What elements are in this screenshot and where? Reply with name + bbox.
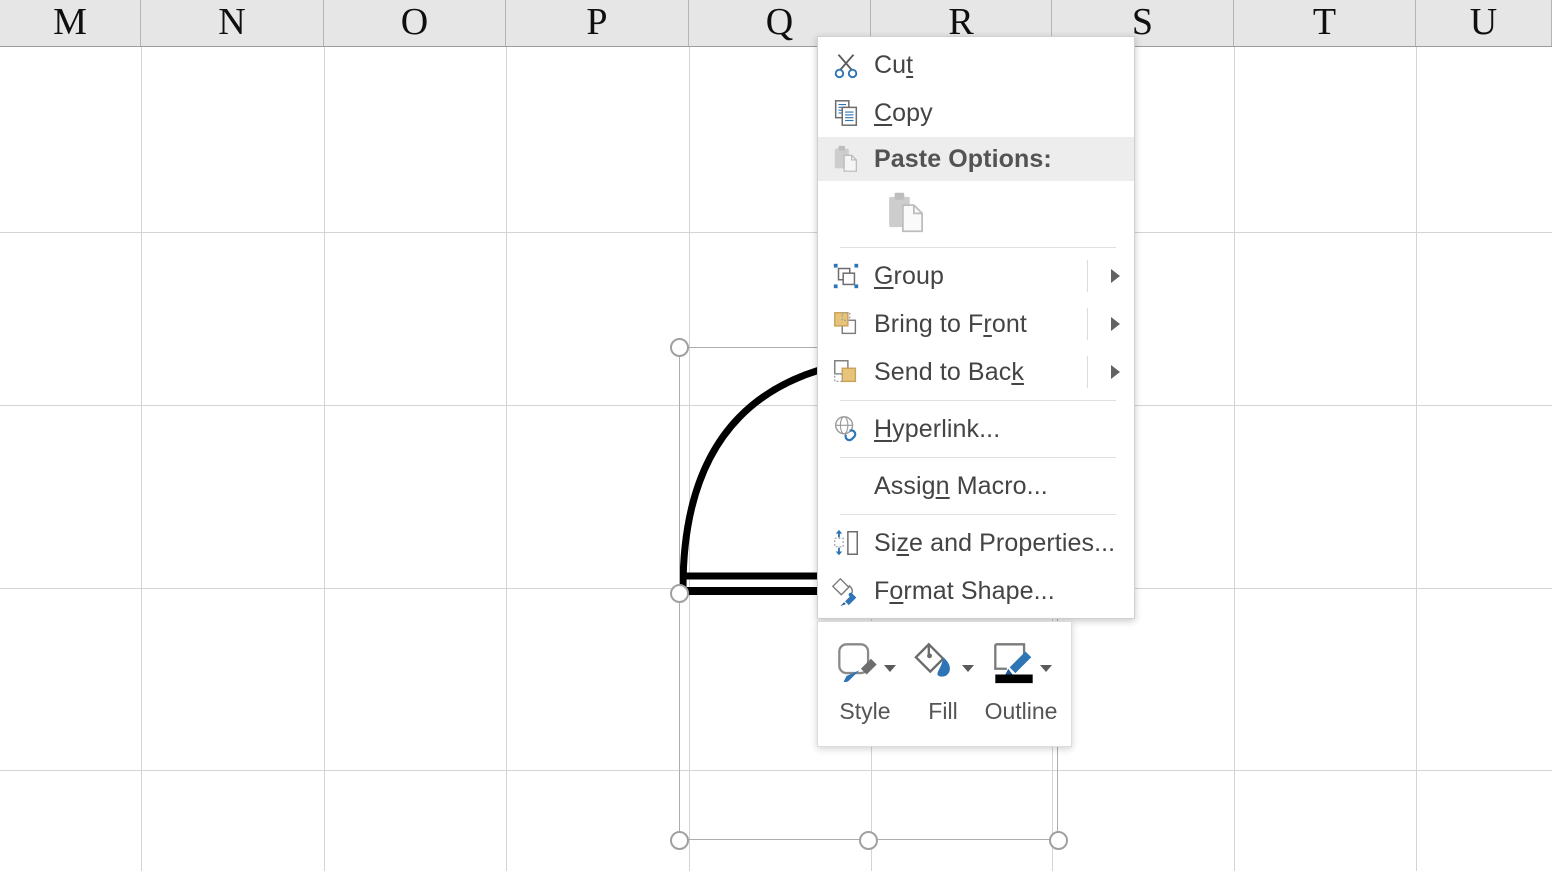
mini-toolbar-style-label: Style — [839, 698, 891, 724]
send-to-back-icon — [818, 348, 874, 396]
chevron-right-icon — [1111, 317, 1120, 331]
mini-toolbar-fill-button[interactable]: Fill — [904, 636, 982, 725]
mini-toolbar-fill-label: Fill — [928, 698, 958, 724]
paste-keep-source-formatting-button[interactable] — [880, 185, 934, 239]
submenu-divider — [1087, 260, 1088, 292]
handle-bottom-right[interactable] — [1049, 831, 1068, 850]
mini-toolbar-outline-button[interactable]: Outline — [982, 636, 1060, 725]
grid-horizontal-line — [0, 232, 1552, 233]
menu-item-assign-macro[interactable]: Assign Macro... — [818, 462, 1134, 510]
hyperlink-globe-icon — [818, 405, 874, 453]
menu-item-label: Paste Options: — [874, 144, 1052, 173]
grid-vertical-line — [324, 47, 325, 871]
handle-top-left[interactable] — [670, 338, 689, 357]
shape-style-brush-icon — [835, 640, 881, 691]
paste-options-choices — [818, 181, 1134, 243]
grid-vertical-line — [506, 47, 507, 871]
submenu-divider — [1087, 356, 1088, 388]
copy-pages-icon — [818, 89, 874, 137]
menu-item-bring-to-front[interactable]: Bring to Front — [818, 300, 1134, 348]
shape-context-menu[interactable]: Cut Copy Paste Options: Group Bring to Front… — [817, 36, 1135, 619]
menu-item-cut[interactable]: Cut — [818, 41, 1134, 89]
handle-bottom-left[interactable] — [670, 831, 689, 850]
menu-item-group[interactable]: Group — [818, 252, 1134, 300]
mini-toolbar-style-button[interactable]: Style — [826, 636, 904, 725]
menu-item-label: Size and Properties... — [874, 528, 1116, 557]
menu-item-label: Group — [874, 261, 944, 290]
chevron-down-icon[interactable] — [961, 664, 974, 672]
menu-item-label: Assign Macro... — [874, 471, 1048, 500]
column-header-u[interactable]: U — [1416, 0, 1552, 46]
menu-separator — [840, 247, 1116, 248]
column-header-bar: MNOPQRSTU — [0, 0, 1552, 47]
menu-item-label: Cut — [874, 50, 914, 79]
bring-to-front-icon — [818, 300, 874, 348]
none — [818, 462, 874, 510]
column-header-p[interactable]: P — [506, 0, 689, 46]
menu-item-send-to-back[interactable]: Send to Back — [818, 348, 1134, 396]
group-icon — [818, 252, 874, 300]
shape-outline-pencil-icon — [991, 640, 1037, 691]
excel-worksheet-canvas: MNOPQRSTU Cut Copy Paste Options: Group Brin… — [0, 0, 1552, 871]
menu-item-label: Copy — [874, 98, 933, 127]
menu-item-label: Bring to Front — [874, 309, 1027, 338]
size-properties-icon — [818, 519, 874, 567]
scissors-icon — [818, 41, 874, 89]
mini-toolbar-outline-label: Outline — [984, 698, 1058, 724]
menu-item-copy[interactable]: Copy — [818, 89, 1134, 137]
shape-mini-toolbar[interactable]: Style Fill Outline — [817, 621, 1072, 747]
menu-item-label: Format Shape... — [874, 576, 1055, 605]
grid-vertical-line — [141, 47, 142, 871]
menu-item-label: Send to Back — [874, 357, 1024, 386]
chevron-right-icon — [1111, 269, 1120, 283]
column-header-n[interactable]: N — [141, 0, 324, 46]
chevron-right-icon — [1111, 365, 1120, 379]
menu-item-format-shape[interactable]: Format Shape... — [818, 567, 1134, 615]
chevron-down-icon[interactable] — [1039, 664, 1052, 672]
menu-separator — [840, 457, 1116, 458]
menu-item-hyperlink[interactable]: Hyperlink... — [818, 405, 1134, 453]
menu-separator — [840, 400, 1116, 401]
clipboard-icon — [818, 137, 874, 181]
format-shape-icon — [818, 567, 874, 615]
submenu-divider — [1087, 308, 1088, 340]
paint-bucket-icon — [913, 640, 959, 691]
menu-item-paste-options[interactable]: Paste Options: — [818, 137, 1134, 181]
chevron-down-icon[interactable] — [883, 664, 896, 672]
menu-separator — [840, 514, 1116, 515]
column-header-t[interactable]: T — [1234, 0, 1416, 46]
handle-bottom-middle[interactable] — [859, 831, 878, 850]
menu-item-size-and-properties[interactable]: Size and Properties... — [818, 519, 1134, 567]
menu-item-label: Hyperlink... — [874, 414, 1001, 443]
grid-vertical-line — [1416, 47, 1417, 871]
grid-vertical-line — [1234, 47, 1235, 871]
column-header-m[interactable]: M — [0, 0, 141, 46]
handle-middle-left[interactable] — [670, 584, 689, 603]
column-header-o[interactable]: O — [324, 0, 506, 46]
